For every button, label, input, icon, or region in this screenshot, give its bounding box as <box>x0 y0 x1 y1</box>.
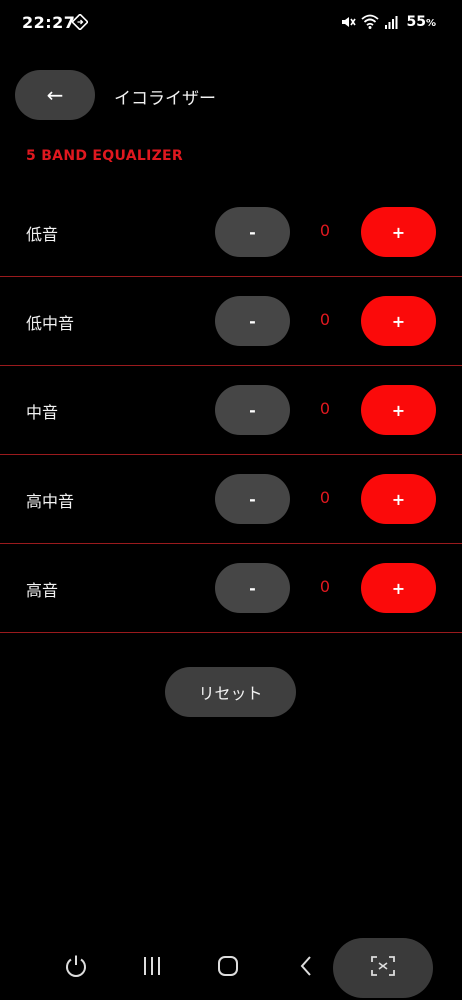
status-time: 22:27 <box>22 13 76 32</box>
capture-icon <box>370 955 396 981</box>
nav-bar <box>0 938 462 1000</box>
low-mid-minus-button[interactable]: - <box>215 296 290 346</box>
band-label: 低音 <box>26 225 59 244</box>
equalizer-bands: 低音 - 0 + 低中音 - 0 + 中音 - 0 + 高中音 - 0 + 高音… <box>0 188 462 633</box>
band-value: 0 <box>319 488 331 507</box>
back-button[interactable]: ← <box>15 70 95 120</box>
status-icons: 55% <box>340 12 436 32</box>
band-value: 0 <box>319 310 331 329</box>
power-button[interactable] <box>56 946 96 990</box>
wifi-icon <box>361 14 380 30</box>
home-button[interactable] <box>208 946 248 990</box>
battery-percent: 55% <box>406 14 436 30</box>
sync-icon <box>71 13 89 31</box>
reset-button[interactable]: リセット <box>165 667 296 717</box>
bass-minus-button[interactable]: - <box>215 207 290 257</box>
back-nav-button[interactable] <box>286 946 326 990</box>
band-label: 低中音 <box>26 314 75 333</box>
band-label: 高音 <box>26 581 59 600</box>
band-value: 0 <box>319 399 331 418</box>
mid-plus-button[interactable]: + <box>361 385 436 435</box>
section-title: 5 BAND EQUALIZER <box>26 148 183 164</box>
capture-button[interactable] <box>333 938 433 998</box>
band-row-low-mid: 低中音 - 0 + <box>0 277 462 366</box>
band-row-bass: 低音 - 0 + <box>0 188 462 277</box>
recent-apps-icon <box>140 955 164 981</box>
band-row-treble: 高音 - 0 + <box>0 544 462 633</box>
page-title: イコライザー <box>114 89 216 109</box>
recent-apps-button[interactable] <box>132 946 172 990</box>
header: ← イコライザー <box>0 70 462 122</box>
treble-plus-button[interactable]: + <box>361 563 436 613</box>
low-mid-plus-button[interactable]: + <box>361 296 436 346</box>
back-nav-icon <box>296 954 316 982</box>
band-label: 中音 <box>26 403 59 422</box>
mute-icon <box>340 14 357 30</box>
home-icon <box>216 954 240 982</box>
bass-plus-button[interactable]: + <box>361 207 436 257</box>
band-label: 高中音 <box>26 492 75 511</box>
power-icon <box>63 953 89 983</box>
status-bar: 22:27 55% <box>0 0 462 46</box>
band-value: 0 <box>319 577 331 596</box>
band-row-high-mid: 高中音 - 0 + <box>0 455 462 544</box>
battery-value: 55 <box>406 14 426 30</box>
high-mid-plus-button[interactable]: + <box>361 474 436 524</box>
band-value: 0 <box>319 221 331 240</box>
treble-minus-button[interactable]: - <box>215 563 290 613</box>
band-row-mid: 中音 - 0 + <box>0 366 462 455</box>
back-arrow-icon: ← <box>46 83 64 107</box>
high-mid-minus-button[interactable]: - <box>215 474 290 524</box>
signal-icon <box>384 15 398 29</box>
mid-minus-button[interactable]: - <box>215 385 290 435</box>
battery-unit: % <box>425 18 436 29</box>
